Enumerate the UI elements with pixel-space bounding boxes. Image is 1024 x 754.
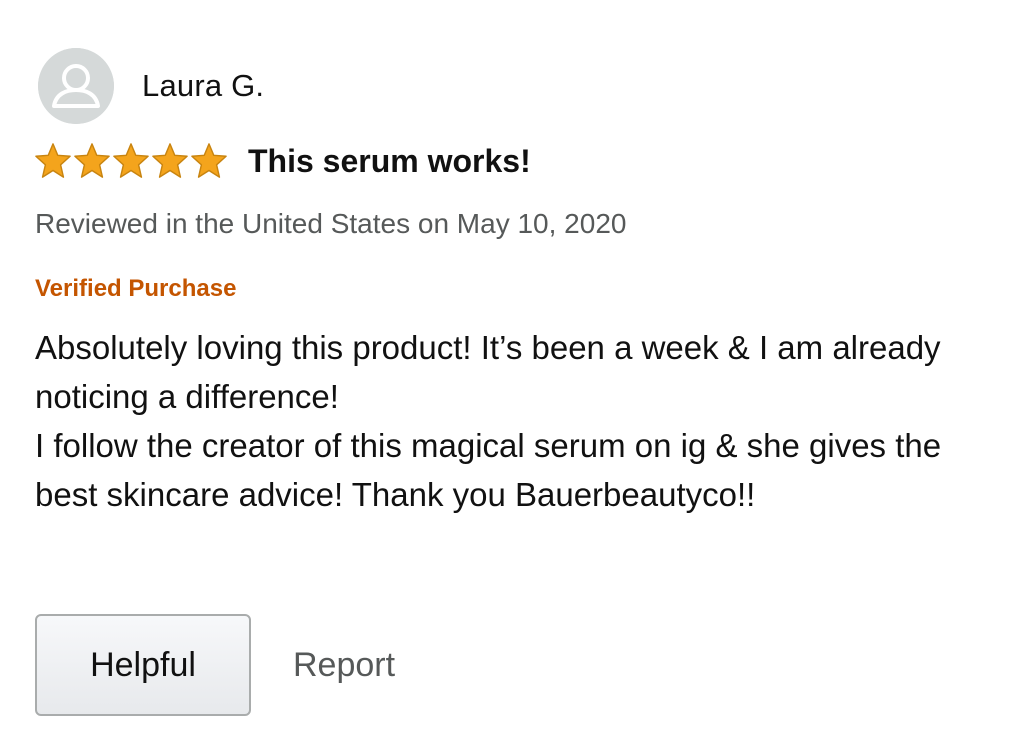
star-icon <box>35 143 71 178</box>
star-icon <box>113 143 149 178</box>
star-icon <box>152 143 188 178</box>
review-card: Laura G. This serum works! Reviewed in t… <box>0 0 1024 754</box>
reviewer-profile[interactable]: Laura G. <box>38 48 264 124</box>
reviewer-name[interactable]: Laura G. <box>142 68 264 104</box>
review-title[interactable]: This serum works! <box>248 143 531 180</box>
helpful-button[interactable]: Helpful <box>35 614 251 716</box>
star-icon <box>191 143 227 178</box>
rating-row: This serum works! <box>34 142 531 180</box>
report-link[interactable]: Report <box>293 646 395 685</box>
review-body: Absolutely loving this product! It’s bee… <box>35 323 995 519</box>
star-icon <box>74 143 110 178</box>
verified-purchase-badge[interactable]: Verified Purchase <box>35 275 236 303</box>
review-date: Reviewed in the United States on May 10,… <box>35 208 627 239</box>
review-paragraph: Absolutely loving this product! It’s bee… <box>35 329 941 415</box>
review-actions: Helpful Report <box>35 614 395 716</box>
review-paragraph: I follow the creator of this magical ser… <box>35 427 942 513</box>
star-rating[interactable] <box>34 142 228 180</box>
user-avatar-icon <box>38 48 114 124</box>
